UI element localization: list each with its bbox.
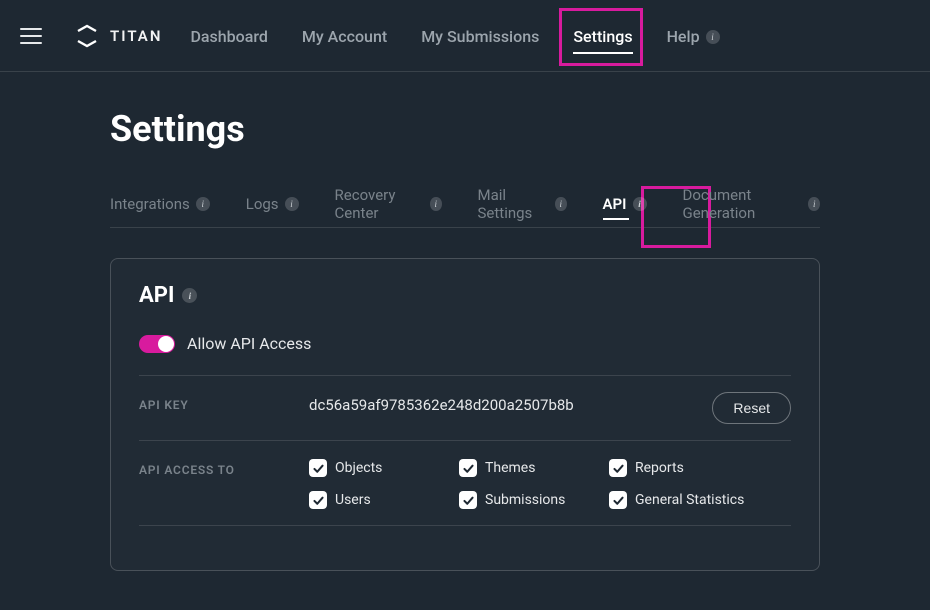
tab-label: Mail Settings <box>478 186 550 222</box>
tab-logs[interactable]: Logs <box>246 180 299 228</box>
tab-document-generation[interactable]: Document Generation <box>683 180 820 228</box>
checkbox-label: Objects <box>335 460 382 476</box>
checkbox-checked-icon <box>609 491 627 509</box>
api-key-row: API KEY dc56a59af9785362e248d200a2507b8b… <box>139 392 791 424</box>
info-icon <box>196 197 210 211</box>
info-icon <box>808 197 820 211</box>
checkbox-label: Reports <box>635 460 684 476</box>
primary-nav: Dashboard My Account My Submissions Sett… <box>190 0 719 72</box>
brand-name: TITAN <box>110 27 162 45</box>
info-icon <box>285 197 299 211</box>
nav-label: My Account <box>302 27 387 46</box>
card-title-text: API <box>139 283 174 308</box>
nav-help[interactable]: Help <box>667 0 720 72</box>
api-key-label: API KEY <box>139 392 289 412</box>
info-icon <box>430 197 442 211</box>
toggle-label: Allow API Access <box>187 334 311 353</box>
allow-api-access-row: Allow API Access <box>139 334 791 353</box>
checkbox-label: Themes <box>485 460 535 476</box>
nav-label: My Submissions <box>421 27 539 46</box>
topbar: TITAN Dashboard My Account My Submission… <box>0 0 930 72</box>
checkbox-label: Users <box>335 492 371 508</box>
tab-integrations[interactable]: Integrations <box>110 180 210 228</box>
checkbox-checked-icon <box>459 459 477 477</box>
tab-mail-settings[interactable]: Mail Settings <box>478 180 567 228</box>
checkbox-checked-icon <box>309 491 327 509</box>
api-card: API Allow API Access API KEY dc56a59af97… <box>110 258 820 571</box>
logo-icon <box>74 23 100 49</box>
nav-settings[interactable]: Settings <box>573 0 632 72</box>
access-themes[interactable]: Themes <box>459 459 569 477</box>
info-icon <box>633 197 647 211</box>
access-users[interactable]: Users <box>309 491 419 509</box>
divider <box>139 375 791 376</box>
nav-my-submissions[interactable]: My Submissions <box>421 0 539 72</box>
tab-label: Logs <box>246 195 279 213</box>
access-general-statistics[interactable]: General Statistics <box>609 491 769 509</box>
checkbox-label: Submissions <box>485 492 565 508</box>
checkbox-checked-icon <box>309 459 327 477</box>
checkbox-checked-icon <box>459 491 477 509</box>
brand[interactable]: TITAN <box>74 23 162 49</box>
api-key-value: dc56a59af9785362e248d200a2507b8b <box>309 392 692 414</box>
nav-dashboard[interactable]: Dashboard <box>190 0 267 72</box>
settings-tabs: Integrations Logs Recovery Center Mail S… <box>110 180 820 228</box>
divider <box>139 525 791 526</box>
nav-label: Settings <box>573 27 632 46</box>
info-icon <box>182 288 197 303</box>
page-title: Settings <box>110 108 820 150</box>
card-title: API <box>139 283 791 308</box>
info-icon <box>555 197 567 211</box>
api-access-to-label: API ACCESS TO <box>139 457 289 477</box>
tab-label: Document Generation <box>683 186 803 222</box>
nav-label: Help <box>667 27 700 46</box>
tab-label: API <box>603 195 627 213</box>
api-access-to-row: API ACCESS TO Objects Themes Reports Use… <box>139 457 791 509</box>
checkbox-checked-icon <box>609 459 627 477</box>
tab-recovery-center[interactable]: Recovery Center <box>335 180 442 228</box>
tab-api[interactable]: API <box>603 180 647 228</box>
tab-label: Integrations <box>110 195 190 213</box>
checkbox-label: General Statistics <box>635 492 744 508</box>
allow-api-access-toggle[interactable] <box>139 335 175 353</box>
tab-label: Recovery Center <box>335 186 424 222</box>
page-content: Settings Integrations Logs Recovery Cent… <box>0 72 930 571</box>
api-access-options: Objects Themes Reports Users Submissions <box>309 457 791 509</box>
nav-label: Dashboard <box>190 27 267 46</box>
access-submissions[interactable]: Submissions <box>459 491 569 509</box>
access-reports[interactable]: Reports <box>609 459 719 477</box>
access-objects[interactable]: Objects <box>309 459 419 477</box>
nav-my-account[interactable]: My Account <box>302 0 387 72</box>
menu-icon[interactable] <box>20 24 44 48</box>
info-icon <box>706 30 720 44</box>
toggle-knob <box>158 336 174 352</box>
reset-button[interactable]: Reset <box>712 392 791 424</box>
divider <box>139 440 791 441</box>
